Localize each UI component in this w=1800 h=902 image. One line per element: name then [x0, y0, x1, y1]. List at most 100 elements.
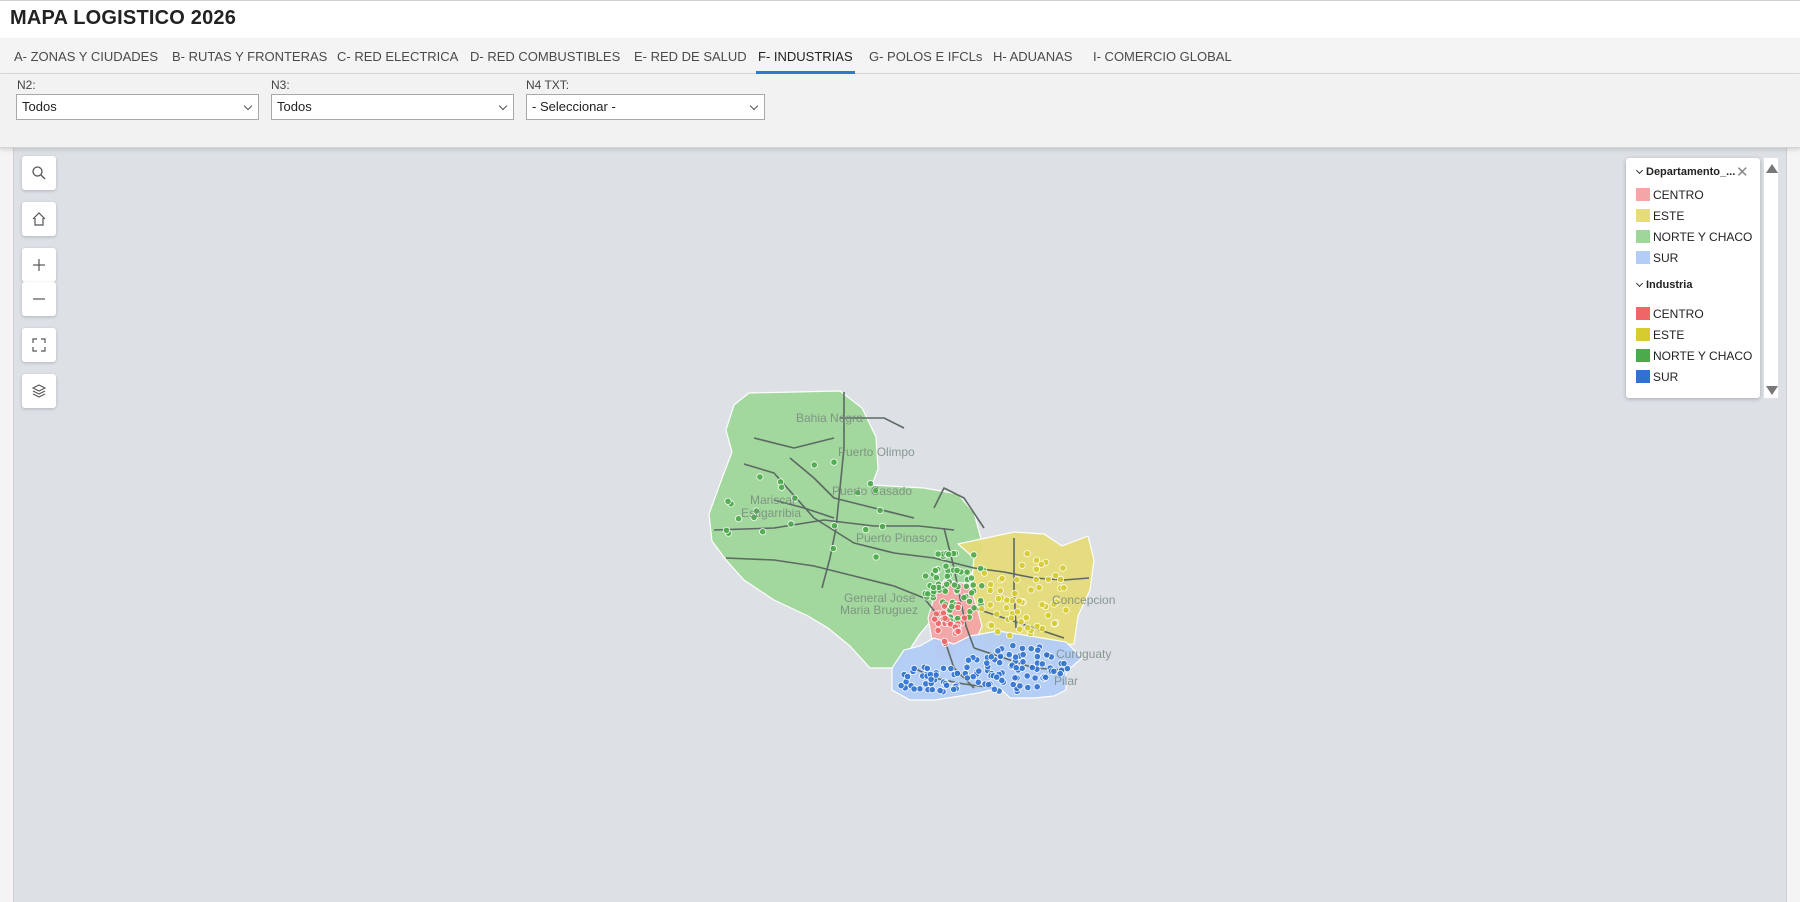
industry-point[interactable]: [910, 664, 918, 673]
legend-group-industria[interactable]: Industria: [1635, 279, 1692, 291]
industry-point[interactable]: [1028, 663, 1036, 672]
industry-point[interactable]: [974, 678, 982, 686]
industry-point[interactable]: [934, 626, 942, 634]
industry-point[interactable]: [1031, 674, 1039, 682]
industry-point[interactable]: [1038, 624, 1047, 633]
industry-point[interactable]: [969, 673, 977, 681]
industry-point[interactable]: [1009, 680, 1017, 689]
map-canvas[interactable]: Bahia Negra Puerto Olimpo Puerto Casado …: [14, 148, 1786, 902]
industry-point[interactable]: [787, 520, 795, 528]
industry-point[interactable]: [830, 522, 839, 530]
industry-point[interactable]: [1042, 673, 1050, 681]
industry-point[interactable]: [1018, 644, 1027, 652]
industry-point[interactable]: [1018, 664, 1026, 672]
industry-point[interactable]: [964, 656, 973, 664]
industry-point[interactable]: [1011, 674, 1019, 682]
industry-point[interactable]: [1062, 606, 1070, 614]
industry-point[interactable]: [963, 663, 971, 671]
industry-point[interactable]: [967, 574, 976, 582]
industry-point[interactable]: [876, 506, 884, 514]
industry-point[interactable]: [967, 589, 976, 597]
industry-point[interactable]: [948, 602, 956, 611]
industry-point[interactable]: [965, 597, 974, 605]
industry-point[interactable]: [1038, 600, 1046, 609]
tab-comercio-global[interactable]: I- COMERCIO GLOBAL: [1093, 38, 1232, 74]
industry-point[interactable]: [928, 686, 936, 694]
industry-point[interactable]: [963, 674, 971, 682]
industry-point[interactable]: [724, 497, 732, 505]
map-view[interactable]: Bahia Negra Puerto Olimpo Puerto Casado …: [14, 148, 1786, 902]
industry-point[interactable]: [810, 461, 818, 469]
industry-point[interactable]: [980, 569, 988, 577]
industry-point[interactable]: [924, 590, 932, 598]
industry-point[interactable]: [777, 483, 786, 491]
close-icon[interactable]: ✕: [1736, 163, 1749, 181]
industry-point[interactable]: [987, 580, 995, 589]
search-button[interactable]: [22, 156, 56, 190]
industry-point[interactable]: [987, 653, 995, 661]
industry-point[interactable]: [756, 473, 764, 481]
tab-red-combustibles[interactable]: D- RED COMBUSTIBLES: [470, 38, 620, 74]
industry-point[interactable]: [1016, 682, 1024, 690]
industry-point[interactable]: [1044, 611, 1052, 619]
industry-point[interactable]: [1035, 583, 1043, 592]
industry-point[interactable]: [960, 614, 969, 622]
industry-point[interactable]: [910, 685, 918, 693]
industry-point[interactable]: [872, 553, 880, 561]
industry-point[interactable]: [960, 593, 968, 602]
industry-point[interactable]: [969, 581, 977, 589]
industry-point[interactable]: [939, 664, 948, 672]
legend-scrollbar[interactable]: [1764, 158, 1778, 398]
tab-polos-ifcls[interactable]: G- POLOS E IFCLs: [869, 38, 982, 74]
industry-point[interactable]: [998, 574, 1006, 583]
industry-point[interactable]: [1038, 660, 1046, 668]
industry-point[interactable]: [970, 604, 978, 612]
tab-red-salud[interactable]: E- RED DE SALUD: [634, 38, 747, 74]
industry-point[interactable]: [830, 458, 838, 466]
industry-point[interactable]: [1032, 576, 1040, 584]
industry-point[interactable]: [1019, 658, 1027, 666]
industry-point[interactable]: [1044, 575, 1053, 583]
tab-zonas-ciudades[interactable]: A- ZONAS Y CIUDADES: [14, 38, 158, 74]
fullscreen-button[interactable]: [22, 328, 56, 362]
industry-point[interactable]: [975, 667, 983, 675]
industry-point[interactable]: [940, 602, 949, 610]
industry-point[interactable]: [1007, 614, 1016, 622]
scroll-up-icon[interactable]: [1766, 164, 1778, 173]
industry-point[interactable]: [1016, 625, 1024, 633]
industry-point[interactable]: [1056, 575, 1065, 583]
industry-point[interactable]: [942, 562, 950, 570]
industry-point[interactable]: [943, 572, 951, 580]
industry-point[interactable]: [1011, 589, 1019, 598]
industry-point[interactable]: [1027, 645, 1035, 653]
tab-aduanas[interactable]: H- ADUANAS: [993, 38, 1072, 74]
industry-point[interactable]: [984, 680, 993, 689]
industry-point[interactable]: [994, 647, 1002, 655]
industry-point[interactable]: [927, 675, 935, 683]
industry-point[interactable]: [1005, 650, 1013, 659]
industry-point[interactable]: [993, 673, 1001, 681]
industry-point[interactable]: [1024, 624, 1032, 632]
industry-point[interactable]: [976, 596, 985, 605]
industry-point[interactable]: [1022, 614, 1030, 622]
industry-point[interactable]: [1003, 596, 1011, 604]
industry-point[interactable]: [953, 566, 961, 574]
industry-point[interactable]: [1009, 641, 1017, 650]
industry-point[interactable]: [722, 526, 731, 534]
industry-point[interactable]: [994, 628, 1002, 636]
industry-point[interactable]: [996, 659, 1004, 667]
industry-point[interactable]: [978, 605, 986, 613]
industry-point[interactable]: [953, 669, 962, 678]
industry-point[interactable]: [994, 594, 1003, 603]
zoom-out-button[interactable]: [22, 282, 56, 316]
industry-point[interactable]: [996, 587, 1004, 595]
industry-point[interactable]: [963, 568, 971, 576]
industry-point[interactable]: [1060, 659, 1068, 668]
n2-select[interactable]: Todos: [16, 94, 259, 120]
home-button[interactable]: [22, 202, 56, 236]
industry-point[interactable]: [986, 586, 994, 595]
industry-point[interactable]: [1027, 586, 1035, 594]
tab-rutas-fronteras[interactable]: B- RUTAS Y FRONTERAS: [172, 38, 327, 74]
n4-select[interactable]: - Seleccionar -: [526, 94, 765, 120]
industry-point[interactable]: [970, 551, 978, 559]
